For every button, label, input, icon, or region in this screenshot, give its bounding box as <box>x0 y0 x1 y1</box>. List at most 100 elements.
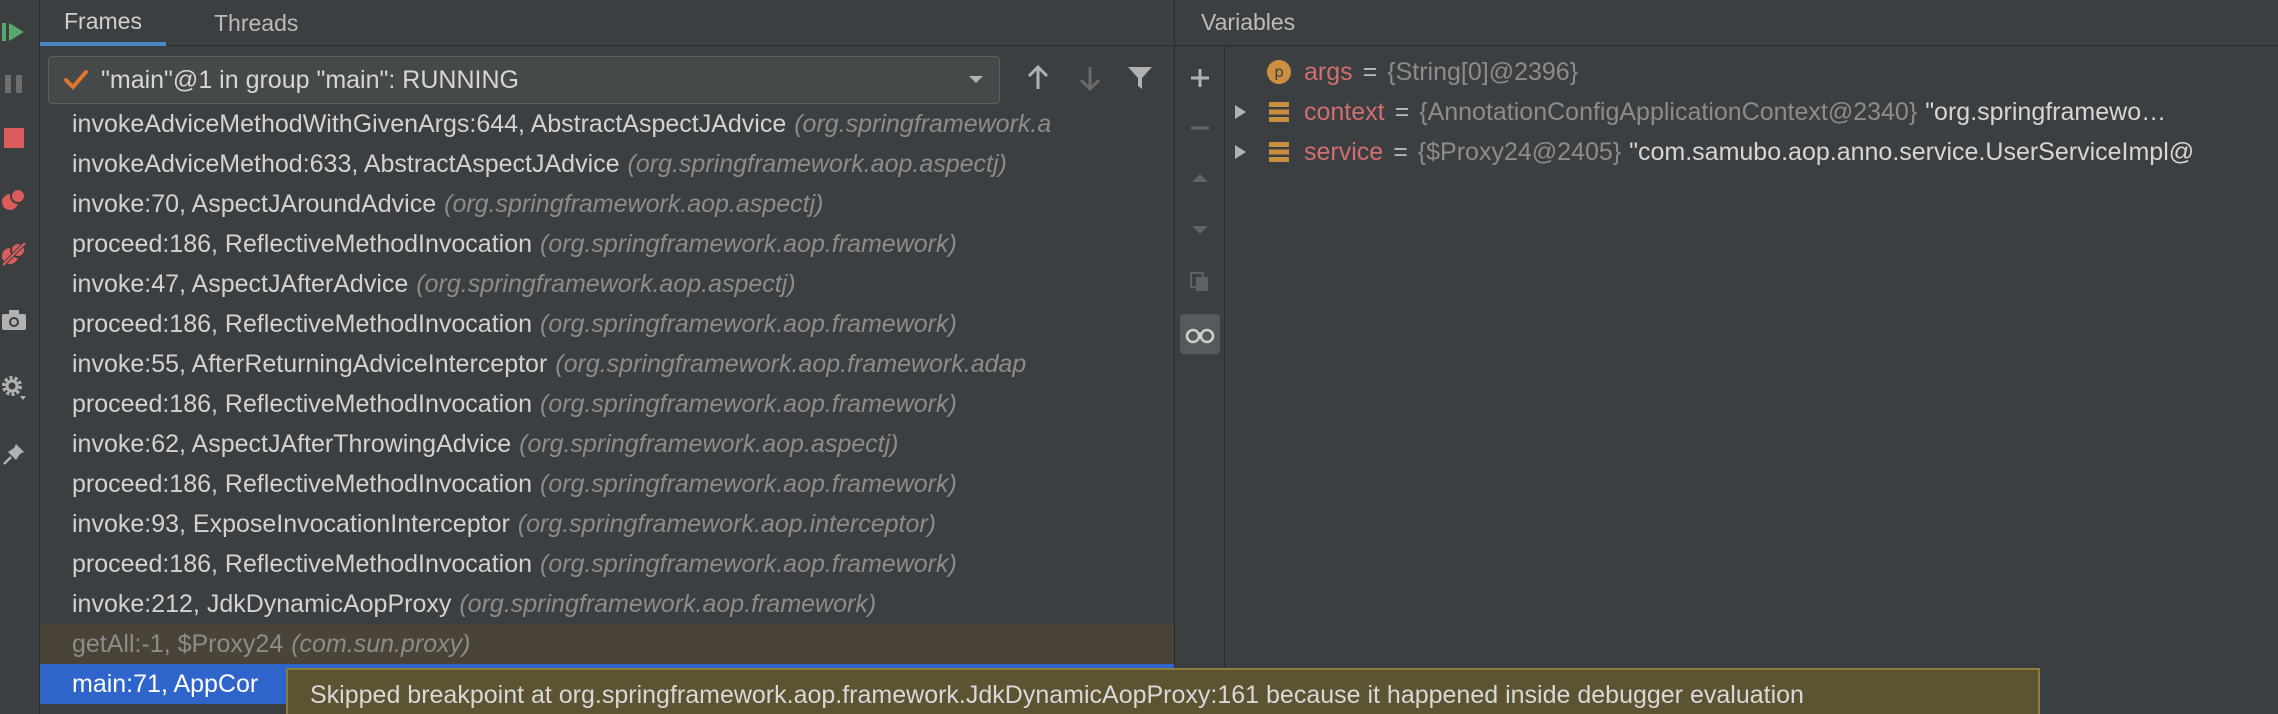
frame-name: getAll:-1, $Proxy24 <box>72 629 284 658</box>
frame-name: invoke:70, AspectJAroundAdvice <box>72 189 437 218</box>
new-watch-button[interactable] <box>1180 58 1220 98</box>
frame-package: (org.springframework.aop.framework) <box>540 549 957 578</box>
remove-watch-button[interactable] <box>1180 108 1220 148</box>
tab-frames[interactable]: Frames <box>40 0 166 46</box>
variable-equals: = <box>1394 97 1410 126</box>
checkmark-icon <box>64 70 88 90</box>
frame-row-library[interactable]: getAll:-1, $Proxy24 (com.sun.proxy) <box>40 624 1174 664</box>
variable-id: {String[0]@2396} <box>1387 57 1579 86</box>
frame-row[interactable]: invoke:47, AspectJAfterAdvice (org.spring… <box>40 264 1174 304</box>
variable-text: service = {$Proxy24@2405} "com.samubo.aop.a… <box>1304 138 2194 167</box>
stop-icon[interactable] <box>0 120 28 156</box>
settings-icon[interactable] <box>0 370 28 406</box>
pin-icon[interactable] <box>0 436 28 472</box>
svg-text:p: p <box>1274 63 1284 81</box>
variable-equals: = <box>1393 137 1408 166</box>
frame-row[interactable]: invoke:70, AspectJAroundAdvice (org.sprin… <box>40 184 1174 224</box>
frame-row[interactable]: invoke:212, JdkDynamicAopProxy (org.sprin… <box>40 584 1174 624</box>
minus-icon <box>1191 126 1209 130</box>
move-up-button[interactable] <box>1180 158 1220 198</box>
frame-name: invokeAdviceMethod:633, AbstractAspectJA… <box>72 149 620 178</box>
variables-header: Variables <box>1175 0 2278 46</box>
frame-package: (org.springframework.aop.aspectj) <box>444 189 824 218</box>
frame-name: proceed:186, ReflectiveMethodInvocation <box>72 229 533 258</box>
frame-row[interactable]: proceed:186, ReflectiveMethodInvocation(… <box>40 224 1174 264</box>
frame-package: (org.springframework.aop.aspectj) <box>627 149 1007 178</box>
variable-equals: = <box>1362 57 1378 86</box>
frame-row[interactable]: invoke:93, ExposeInvocationInterceptor (o… <box>40 504 1174 544</box>
pause-icon[interactable] <box>0 66 28 102</box>
frame-name: proceed:186, ReflectiveMethodInvocation <box>72 309 533 338</box>
frame-package: (org.springframework.aop.aspectj) <box>519 429 899 458</box>
frame-row[interactable]: proceed:186, ReflectiveMethodInvocation(… <box>40 304 1174 344</box>
frame-name: invokeAdviceMethodWithGivenArgs:644, Abs… <box>72 109 787 138</box>
frames-list: invokeAdviceMethodWithGivenArgs:644, Abs… <box>40 104 1174 714</box>
glasses-icon <box>1185 328 1215 344</box>
variables-list: p args = {String[0]@2396} context = {Annotat… <box>1226 52 2278 712</box>
thread-selector[interactable]: "main"@1 in group "main": RUNNING <box>48 56 1000 104</box>
variable-text: args = {String[0]@2396} <box>1304 58 1578 87</box>
frames-panel: Frames Threads "main"@1 in group "main":… <box>40 0 1174 714</box>
view-breakpoints-icon[interactable] <box>0 182 28 218</box>
frame-package: (org.springframework.aop.framework.adap <box>555 349 1027 378</box>
camera-icon[interactable] <box>0 302 28 338</box>
variable-name: args <box>1304 57 1353 86</box>
frame-name: invoke:93, ExposeInvocationInterceptor <box>72 509 510 538</box>
frame-package: (org.springframework.aop.framework) <box>459 589 877 618</box>
frame-row[interactable]: invokeAdviceMethod:633, AbstractAspectJA… <box>40 144 1174 184</box>
frame-name: invoke:212, JdkDynamicAopProxy <box>72 589 452 618</box>
frame-row[interactable]: proceed:186, ReflectiveMethodInvocation(… <box>40 464 1174 504</box>
debugger-toolbar <box>0 0 40 714</box>
frame-name: proceed:186, ReflectiveMethodInvocation <box>72 469 533 498</box>
arrow-down-icon <box>1079 67 1101 91</box>
frame-row[interactable]: invokeAdviceMethodWithGivenArgs:644, Abs… <box>40 104 1174 144</box>
frame-package: (org.springframework.a <box>794 109 1052 138</box>
copy-icon <box>1190 272 1208 291</box>
frame-package: (org.springframework.aop.framework) <box>540 309 957 338</box>
parameter-icon: p <box>1266 59 1292 85</box>
frame-name: invoke:62, AspectJAfterThrowingAdvice <box>72 429 512 458</box>
variable-row[interactable]: context = {AnnotationConfigApplicationCont… <box>1226 92 2278 132</box>
frame-row[interactable]: proceed:186, ReflectiveMethodInvocation(… <box>40 544 1174 584</box>
plus-icon <box>1191 69 1209 87</box>
thread-selector-value: "main"@1 in group "main": RUNNING <box>101 65 519 94</box>
expand-arrow-icon[interactable] <box>1230 142 1250 162</box>
frame-package: (org.springframework.aop.framework) <box>540 229 957 258</box>
variable-value: "org.springframewo… <box>1925 97 2167 126</box>
frame-package: (org.springframework.aop.framework) <box>540 469 957 498</box>
variable-value: "com.samubo.aop.anno.service.UserService… <box>1629 137 2195 166</box>
chevron-down-icon <box>969 76 983 83</box>
previous-frame-button[interactable] <box>1018 58 1058 98</box>
resume-icon[interactable] <box>0 14 28 50</box>
variable-id: {AnnotationConfigApplicationContext@2340… <box>1419 97 1918 126</box>
show-watches-button[interactable] <box>1180 314 1220 354</box>
mute-breakpoints-icon[interactable] <box>0 236 28 272</box>
duplicate-watch-button[interactable] <box>1180 262 1220 302</box>
variable-id: {$Proxy24@2405} <box>1417 137 1622 166</box>
variable-name: context <box>1304 97 1385 126</box>
tab-threads[interactable]: Threads <box>190 0 322 46</box>
triangle-up-icon <box>1192 174 1208 182</box>
frame-name: invoke:55, AfterReturningAdviceIntercept… <box>72 349 548 378</box>
variable-name: service <box>1304 137 1384 166</box>
variable-row[interactable]: service = {$Proxy24@2405} "com.samubo.aop.a… <box>1226 132 2278 172</box>
field-icon <box>1266 139 1292 165</box>
variable-text: context = {AnnotationConfigApplicationCont… <box>1304 98 2166 127</box>
triangle-down-icon <box>1192 226 1208 234</box>
next-frame-button[interactable] <box>1070 58 1110 98</box>
frame-name: proceed:186, ReflectiveMethodInvocation <box>72 549 533 578</box>
variable-row[interactable]: p args = {String[0]@2396} <box>1226 52 2278 92</box>
filter-button[interactable] <box>1120 58 1160 98</box>
frame-row[interactable]: invoke:55, AfterReturningAdviceIntercept… <box>40 344 1174 384</box>
expand-arrow-icon[interactable] <box>1230 102 1250 122</box>
frame-name: invoke:47, AspectJAfterAdvice <box>72 269 409 298</box>
move-down-button[interactable] <box>1180 210 1220 250</box>
frame-row[interactable]: invoke:62, AspectJAfterThrowingAdvice (or… <box>40 424 1174 464</box>
skipped-breakpoint-tooltip: Skipped breakpoint at org.springframewor… <box>286 668 2040 714</box>
frame-package: (org.springframework.aop.interceptor) <box>517 509 937 538</box>
frame-name: main:71, AppCor <box>72 669 259 698</box>
variables-toolbar <box>1175 46 1225 714</box>
frame-row[interactable]: proceed:186, ReflectiveMethodInvocation(… <box>40 384 1174 424</box>
thread-selector-row: "main"@1 in group "main": RUNNING <box>40 48 1174 108</box>
frame-package: (org.springframework.aop.aspectj) <box>416 269 796 298</box>
